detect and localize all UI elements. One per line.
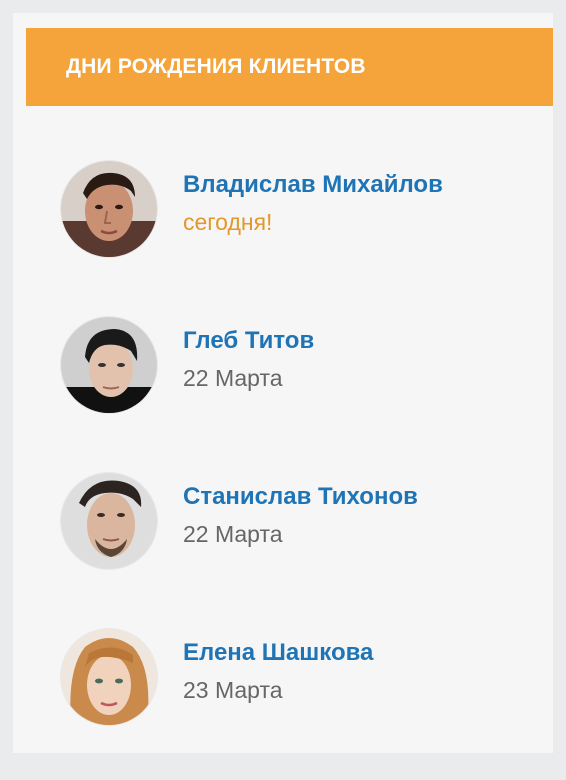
client-photo-icon	[61, 629, 157, 725]
client-photo-icon	[61, 317, 157, 413]
client-photo-icon	[61, 161, 157, 257]
client-list-item[interactable]: Станислав Тихонов 22 Марта	[13, 473, 553, 583]
client-name[interactable]: Глеб Титов	[183, 327, 314, 355]
client-birthday-date: 22 Марта	[183, 521, 283, 547]
birthdays-widget: Дни рождения клиентов Владислав Михайлов…	[13, 13, 553, 753]
client-avatar[interactable]	[61, 317, 157, 413]
client-avatar[interactable]	[61, 161, 157, 257]
client-list-item[interactable]: Глеб Титов 22 Марта	[13, 317, 553, 427]
client-list-item[interactable]: Владислав Михайлов сегодня!	[13, 161, 553, 271]
client-birthday-date: 22 Марта	[183, 365, 283, 391]
client-name[interactable]: Станислав Тихонов	[183, 483, 418, 511]
widget-title: Дни рождения клиентов	[66, 55, 366, 78]
client-photo-icon	[61, 473, 157, 569]
client-avatar[interactable]	[61, 629, 157, 725]
widget-header: Дни рождения клиентов	[26, 28, 553, 106]
client-list-item[interactable]: Елена Шашкова 23 Марта	[13, 629, 553, 739]
client-birthday-date: 23 Марта	[183, 677, 283, 703]
client-birthday-date: сегодня!	[183, 209, 273, 235]
client-avatar[interactable]	[61, 473, 157, 569]
client-name[interactable]: Елена Шашкова	[183, 639, 373, 667]
client-name[interactable]: Владислав Михайлов	[183, 171, 443, 199]
